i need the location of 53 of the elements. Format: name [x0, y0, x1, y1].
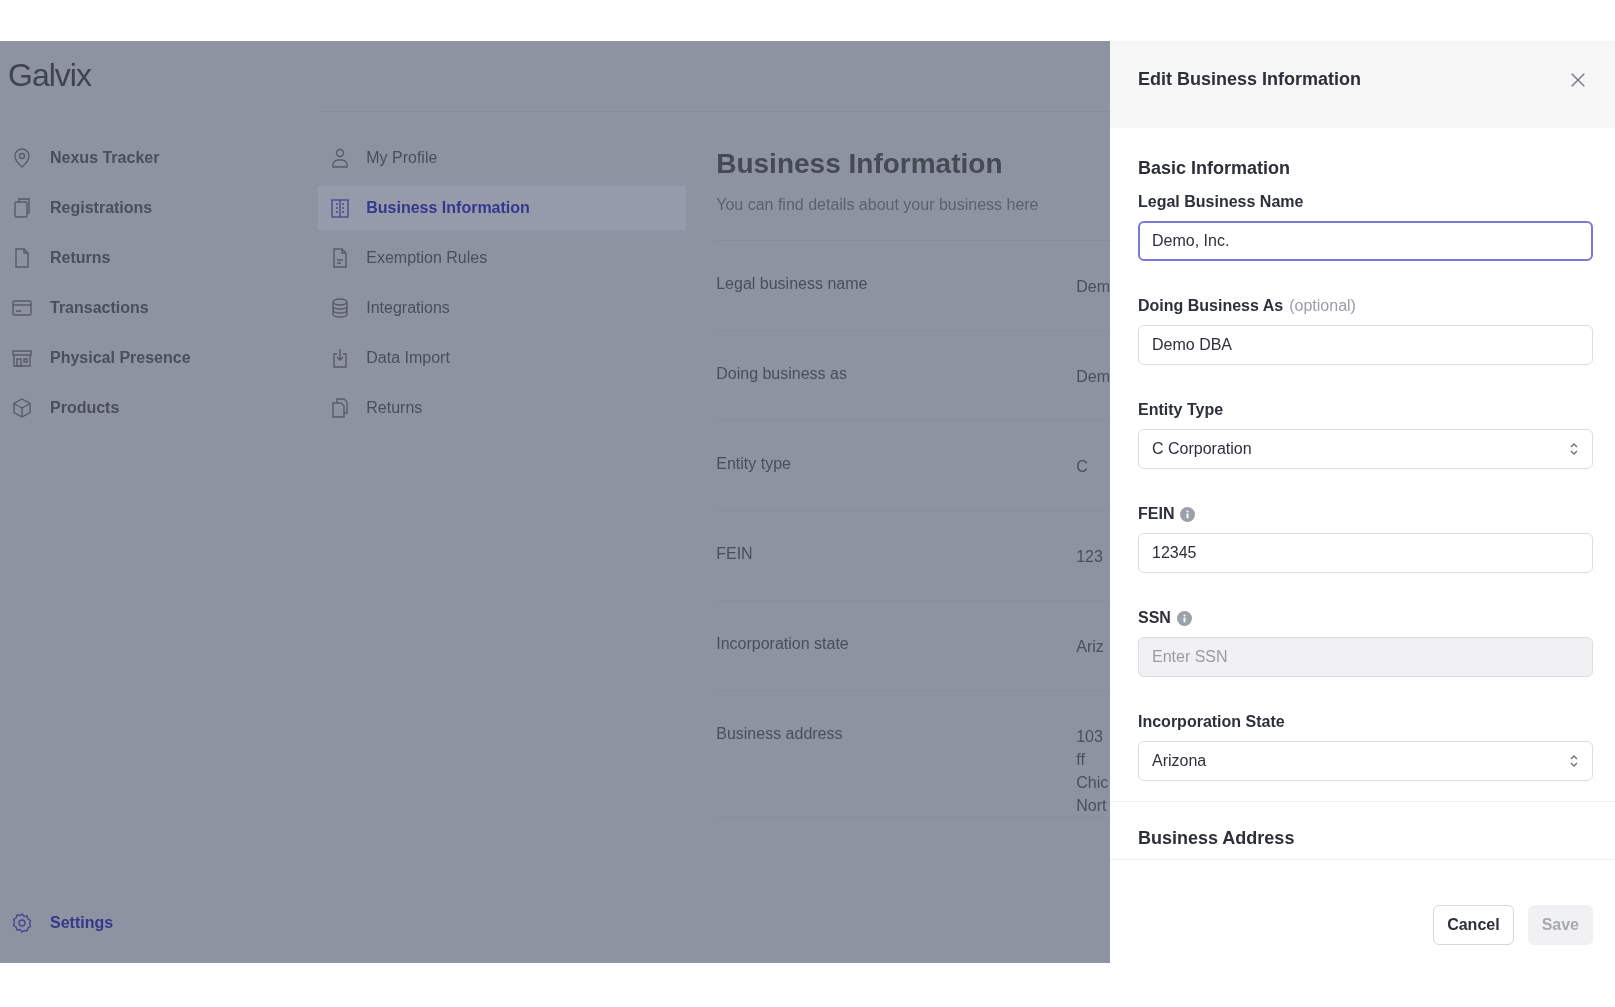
box-icon — [10, 396, 34, 420]
field-value: Ariz — [1076, 637, 1104, 657]
field-label: Entity Type — [1138, 401, 1224, 419]
field-value: ff — [1076, 750, 1086, 770]
select-field[interactable]: Arizona — [1138, 741, 1593, 781]
section-heading: Basic Information — [1138, 158, 1292, 179]
field-label: Doing Business As — [1138, 297, 1284, 315]
field-value: Dem — [1076, 367, 1110, 387]
page-title: Business Information — [716, 148, 1004, 180]
nav-item[interactable]: Transactions — [0, 296, 319, 320]
settings-menu-item[interactable]: My Profile — [318, 136, 687, 180]
settings-menu-item[interactable]: Exemption Rules — [318, 236, 687, 280]
section-heading: Business Address — [1138, 828, 1296, 849]
settings-menu-item[interactable]: Returns — [318, 386, 687, 430]
optional-hint: (optional) — [1289, 297, 1356, 315]
field-label: Legal Business Name — [1138, 193, 1304, 211]
cancel-button[interactable]: Cancel — [1433, 905, 1514, 945]
field-label: Incorporation state — [716, 635, 850, 654]
settings-icon — [10, 911, 34, 935]
settings-menu-item[interactable]: Business Information — [318, 186, 687, 230]
settings-menu-item[interactable]: Integrations — [318, 286, 687, 330]
nav-item[interactable]: Settings — [0, 911, 319, 935]
drawer-title: Edit Business Information — [1138, 69, 1362, 90]
chevron-icon — [1569, 753, 1579, 769]
field-label: Entity type — [716, 455, 792, 474]
close-button[interactable] — [1569, 71, 1587, 89]
field-label: Incorporation State — [1138, 713, 1285, 731]
chevron-icon — [1569, 441, 1579, 457]
field-label: Doing business as — [716, 365, 848, 384]
close-icon — [1569, 71, 1587, 89]
field-value: Dem — [1076, 277, 1110, 297]
nav-item[interactable]: Physical Presence — [0, 346, 319, 370]
field-label: Legal business name — [716, 275, 869, 294]
nav-item[interactable]: Nexus Tracker — [0, 146, 319, 170]
nav-item[interactable]: Products — [0, 396, 319, 420]
field-value: Nort — [1076, 796, 1108, 816]
nav-item[interactable]: Returns — [0, 246, 319, 270]
select-field[interactable]: C Corporation — [1138, 429, 1593, 469]
field-value: Chic — [1076, 773, 1109, 793]
nav-item[interactable]: Registrations — [0, 196, 319, 220]
field-value: 103 — [1076, 727, 1104, 747]
field-label: SSN — [1138, 609, 1171, 627]
field-value: C — [1076, 457, 1088, 477]
settings-menu-item[interactable]: Data Import — [318, 336, 687, 380]
text-field[interactable]: Demo, Inc. — [1138, 221, 1593, 261]
info-icon[interactable] — [1180, 506, 1196, 522]
field-label: Business address — [716, 725, 844, 744]
field-value: 123 — [1076, 547, 1103, 567]
text-field[interactable]: Demo DBA — [1138, 325, 1593, 365]
field-label: FEIN — [716, 545, 754, 564]
logo: Galvix — [7, 56, 93, 95]
text-field[interactable]: 12345 — [1138, 533, 1593, 573]
field-label: FEIN — [1138, 505, 1175, 523]
